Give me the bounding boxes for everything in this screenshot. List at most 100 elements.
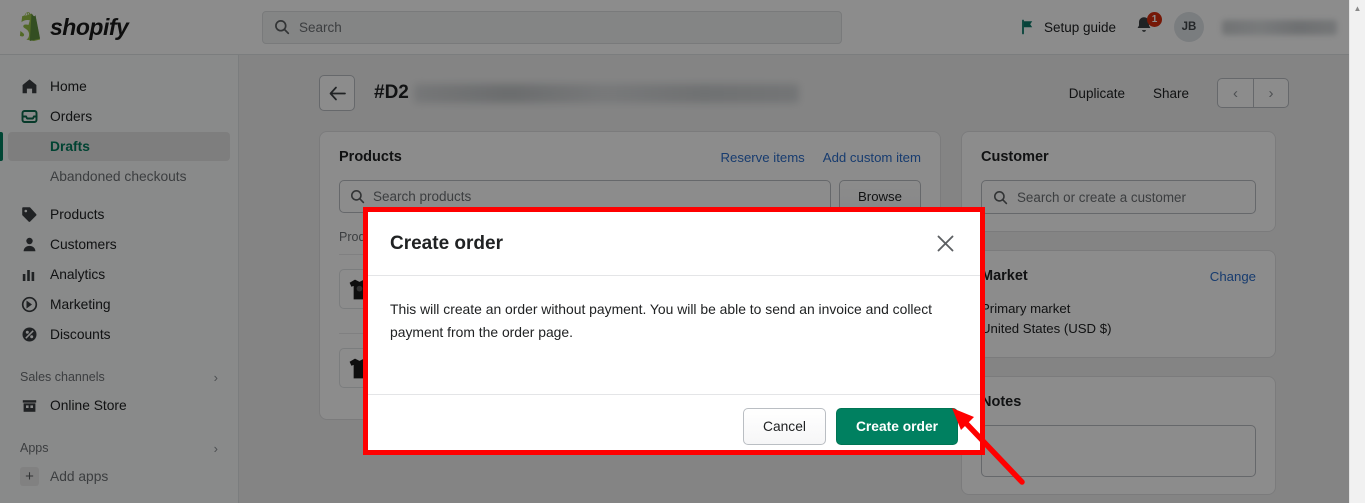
sidebar-item-label: Orders bbox=[50, 109, 93, 124]
sidebar: Home Orders Drafts Abandoned checkouts P… bbox=[0, 55, 239, 503]
sidebar-item-label: Analytics bbox=[50, 267, 106, 282]
create-order-button[interactable]: Create order bbox=[835, 408, 958, 445]
global-search-input[interactable]: Search bbox=[262, 10, 842, 44]
reserve-items-link[interactable]: Reserve items bbox=[721, 150, 805, 165]
page-scrollbar[interactable]: ▲ bbox=[1349, 0, 1365, 503]
prev-page-button[interactable]: ‹ bbox=[1217, 78, 1253, 108]
shopify-wordmark: shopify bbox=[50, 13, 129, 40]
person-icon bbox=[20, 235, 39, 254]
customer-card: Customer Search or create a customer bbox=[961, 131, 1276, 232]
tag-icon bbox=[20, 205, 39, 224]
products-card-header: Products Reserve items Add custom item bbox=[339, 149, 921, 165]
customer-search-input[interactable]: Search or create a customer bbox=[981, 180, 1256, 214]
notes-textarea[interactable] bbox=[981, 424, 1256, 477]
right-column: Customer Search or create a customer Mar… bbox=[961, 131, 1276, 503]
order-number: #D2 bbox=[374, 82, 409, 103]
sidebar-item-label: Marketing bbox=[50, 297, 111, 312]
sidebar-section-label: Apps bbox=[20, 441, 49, 455]
back-button[interactable] bbox=[319, 75, 355, 111]
sidebar-item-label: Abandoned checkouts bbox=[50, 169, 187, 184]
change-market-link[interactable]: Change bbox=[1210, 269, 1256, 284]
setup-guide-button[interactable]: Setup guide bbox=[1020, 19, 1116, 35]
bars-icon bbox=[20, 265, 39, 284]
sidebar-item-products[interactable]: Products bbox=[8, 200, 230, 229]
notification-badge: 1 bbox=[1147, 12, 1162, 27]
plus-icon: + bbox=[20, 467, 39, 486]
modal-footer: Cancel Create order bbox=[368, 395, 980, 458]
arrow-left-icon bbox=[329, 86, 346, 100]
market-currency: United States (USD $) bbox=[981, 321, 1112, 337]
avatar[interactable]: JB bbox=[1174, 12, 1204, 42]
products-card-links: Reserve items Add custom item bbox=[721, 150, 922, 165]
avatar-initials: JB bbox=[1181, 21, 1197, 33]
add-custom-item-link[interactable]: Add custom item bbox=[823, 150, 921, 165]
close-button[interactable] bbox=[932, 231, 958, 257]
duplicate-button[interactable]: Duplicate bbox=[1069, 86, 1125, 101]
pagination: ‹ › bbox=[1217, 78, 1289, 108]
customer-search-placeholder: Search or create a customer bbox=[1017, 189, 1186, 205]
next-page-button[interactable]: › bbox=[1253, 78, 1289, 108]
sidebar-item-add-apps[interactable]: + Add apps bbox=[8, 462, 230, 491]
market-card-header: Market Change bbox=[981, 268, 1256, 284]
shopify-admin-window: shopify Search Setup guide 1 JB Home Ord… bbox=[0, 0, 1365, 503]
discount-icon bbox=[20, 325, 39, 344]
sidebar-item-label: Online Store bbox=[50, 398, 127, 413]
page-title: #D2 bbox=[374, 82, 799, 104]
sidebar-section-apps[interactable]: Apps › bbox=[8, 436, 230, 460]
cancel-button[interactable]: Cancel bbox=[742, 408, 826, 445]
notes-card-title: Notes bbox=[981, 393, 1022, 410]
order-header: #D2 Duplicate Share ‹ › bbox=[319, 75, 1289, 111]
notes-card: Notes bbox=[961, 375, 1276, 495]
flag-icon bbox=[1022, 19, 1033, 35]
sidebar-item-online-store[interactable]: Online Store bbox=[8, 391, 230, 420]
sidebar-item-discounts[interactable]: Discounts bbox=[8, 320, 230, 349]
create-order-modal: Create order This will create an order w… bbox=[363, 207, 985, 455]
products-card-title: Products bbox=[339, 149, 402, 165]
search-icon bbox=[275, 20, 290, 35]
close-icon bbox=[937, 235, 953, 252]
modal-message: This will create an order without paymen… bbox=[390, 301, 933, 340]
sidebar-item-home[interactable]: Home bbox=[8, 72, 230, 101]
global-search-placeholder: Search bbox=[299, 19, 342, 35]
notes-card-header: Notes bbox=[981, 394, 1256, 410]
store-icon bbox=[20, 396, 39, 415]
sidebar-item-label: Products bbox=[50, 207, 105, 222]
scroll-up-arrow-icon[interactable]: ▲ bbox=[1350, 0, 1365, 16]
customer-card-header: Customer bbox=[981, 149, 1256, 165]
sidebar-item-label: Drafts bbox=[50, 139, 90, 154]
sidebar-item-label: Home bbox=[50, 79, 87, 94]
store-name-redacted bbox=[1222, 19, 1337, 35]
notifications-button[interactable]: 1 bbox=[1134, 12, 1162, 39]
megaphone-icon bbox=[20, 295, 39, 314]
search-icon bbox=[993, 190, 1008, 204]
home-icon bbox=[20, 77, 39, 96]
sidebar-item-analytics[interactable]: Analytics bbox=[8, 260, 230, 289]
product-search-placeholder: Search products bbox=[373, 189, 472, 204]
sidebar-item-marketing[interactable]: Marketing bbox=[8, 290, 230, 319]
sidebar-item-drafts[interactable]: Drafts bbox=[8, 132, 230, 161]
modal-header: Create order bbox=[368, 212, 980, 276]
chevron-right-icon: › bbox=[213, 440, 218, 456]
shopify-logo[interactable]: shopify bbox=[0, 12, 244, 42]
orders-icon bbox=[20, 107, 39, 126]
setup-guide-label: Setup guide bbox=[1043, 19, 1116, 35]
order-header-actions: Duplicate Share ‹ › bbox=[1069, 78, 1289, 108]
sidebar-item-customers[interactable]: Customers bbox=[8, 230, 230, 259]
chevron-right-icon: › bbox=[213, 369, 218, 385]
top-bar: shopify Search Setup guide 1 JB bbox=[0, 0, 1349, 55]
top-bar-actions: Setup guide 1 JB bbox=[1020, 12, 1349, 42]
share-button[interactable]: Share bbox=[1153, 86, 1189, 101]
sidebar-item-label: Discounts bbox=[50, 327, 111, 342]
customer-card-title: Customer bbox=[981, 149, 1049, 165]
modal-title: Create order bbox=[390, 232, 503, 254]
sidebar-section-label: Sales channels bbox=[20, 370, 105, 384]
sidebar-item-label: Add apps bbox=[50, 469, 109, 484]
shopify-bag-icon bbox=[17, 12, 41, 41]
market-card-links: Change bbox=[1210, 269, 1256, 284]
modal-body: This will create an order without paymen… bbox=[368, 276, 980, 395]
sidebar-item-orders[interactable]: Orders bbox=[8, 102, 230, 131]
order-title-redacted bbox=[413, 83, 799, 103]
market-primary: Primary market bbox=[981, 301, 1071, 316]
sidebar-section-sales-channels[interactable]: Sales channels › bbox=[8, 365, 230, 389]
sidebar-item-abandoned-checkouts[interactable]: Abandoned checkouts bbox=[8, 162, 230, 191]
